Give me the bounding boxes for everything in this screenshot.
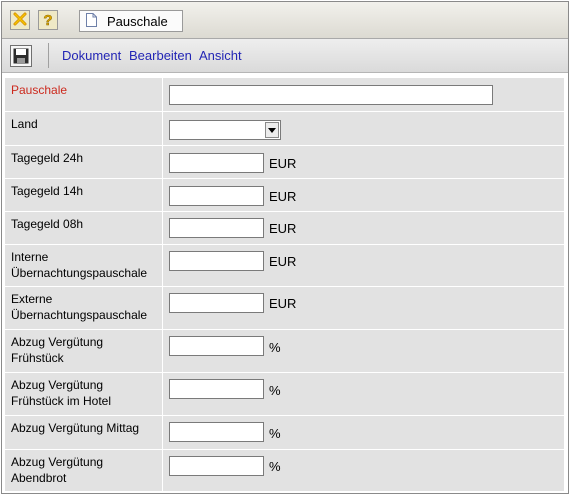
- menu-bearbeiten[interactable]: Bearbeiten: [129, 48, 192, 63]
- abzug-fruehstueck-input[interactable]: [169, 336, 264, 356]
- dropdown-arrow-icon[interactable]: [265, 122, 279, 138]
- close-x-icon: [12, 11, 28, 30]
- tagegeld-24h-value-cell: EUR: [163, 146, 564, 178]
- land-value-cell: [163, 112, 564, 145]
- tagegeld-08h-label: Tagegeld 08h: [5, 212, 162, 244]
- abzug-abendbrot-label: Abzug Vergütung Abendbrot: [5, 450, 162, 491]
- interne-uebernachtung-value-cell: EUR: [163, 245, 564, 286]
- interne-uebernachtung-input[interactable]: [169, 251, 264, 271]
- tagegeld-14h-input[interactable]: [169, 186, 264, 206]
- abzug-abendbrot-input[interactable]: [169, 456, 264, 476]
- abzug-fruehstueck-hotel-input[interactable]: [169, 379, 264, 399]
- tagegeld-14h-value-cell: EUR: [163, 179, 564, 211]
- externe-uebernachtung-label: Externe Übernachtungspauschale: [5, 287, 162, 329]
- form-row-tagegeld-08h: Tagegeld 08h EUR: [5, 212, 564, 244]
- form-row-interne-uebernachtung: Interne Übernachtungspauschale EUR: [5, 245, 564, 286]
- menu-ansicht[interactable]: Ansicht: [199, 48, 242, 63]
- tagegeld-08h-unit: EUR: [269, 221, 297, 236]
- form-row-tagegeld-24h: Tagegeld 24h EUR: [5, 146, 564, 178]
- tab-label: Pauschale: [107, 13, 168, 29]
- interne-uebernachtung-label: Interne Übernachtungspauschale: [5, 245, 162, 286]
- tagegeld-24h-input[interactable]: [169, 153, 264, 173]
- externe-uebernachtung-input[interactable]: [169, 293, 264, 313]
- tagegeld-08h-input[interactable]: [169, 218, 264, 238]
- abzug-mittag-label: Abzug Vergütung Mittag: [5, 416, 162, 449]
- abzug-fruehstueck-hotel-unit: %: [269, 383, 281, 398]
- abzug-abendbrot-unit: %: [269, 459, 281, 474]
- land-label: Land: [5, 112, 162, 145]
- close-button[interactable]: [10, 10, 30, 30]
- menu-dokument[interactable]: Dokument: [62, 48, 121, 63]
- form-row-abzug-fruehstueck: Abzug Vergütung Frühstück %: [5, 330, 564, 372]
- tagegeld-24h-unit: EUR: [269, 156, 297, 171]
- form-row-pauschale: Pauschale: [5, 78, 564, 111]
- help-button[interactable]: ?: [38, 10, 58, 30]
- externe-uebernachtung-unit: EUR: [269, 296, 297, 311]
- abzug-fruehstueck-value-cell: %: [163, 330, 564, 372]
- externe-uebernachtung-value-cell: EUR: [163, 287, 564, 329]
- floppy-disk-icon: [13, 48, 29, 67]
- abzug-fruehstueck-hotel-value-cell: %: [163, 373, 564, 415]
- pauschale-label: Pauschale: [5, 78, 162, 111]
- pauschale-value-cell: [163, 78, 564, 111]
- menu-toolbar: Dokument Bearbeiten Ansicht: [2, 39, 568, 73]
- form-row-externe-uebernachtung: Externe Übernachtungspauschale EUR: [5, 287, 564, 329]
- abzug-fruehstueck-hotel-label: Abzug Vergütung Frühstück im Hotel: [5, 373, 162, 415]
- tab-pauschale[interactable]: Pauschale: [79, 10, 183, 32]
- form-row-abzug-mittag: Abzug Vergütung Mittag %: [5, 416, 564, 449]
- tagegeld-24h-label: Tagegeld 24h: [5, 146, 162, 178]
- abzug-fruehstueck-label: Abzug Vergütung Frühstück: [5, 330, 162, 372]
- tagegeld-14h-unit: EUR: [269, 189, 297, 204]
- abzug-mittag-value-cell: %: [163, 416, 564, 449]
- tagegeld-14h-label: Tagegeld 14h: [5, 179, 162, 211]
- tagegeld-08h-value-cell: EUR: [163, 212, 564, 244]
- interne-uebernachtung-unit: EUR: [269, 254, 297, 269]
- abzug-fruehstueck-unit: %: [269, 340, 281, 355]
- form-row-abzug-abendbrot: Abzug Vergütung Abendbrot %: [5, 450, 564, 491]
- svg-text:?: ?: [43, 12, 52, 27]
- title-toolbar: ? Pauschale: [2, 2, 568, 39]
- pauschale-window: ? Pauschale Dokument Bearbeiten Ansicht …: [1, 1, 569, 494]
- document-icon: [86, 12, 97, 30]
- form-row-land: Land: [5, 112, 564, 145]
- help-question-icon: ?: [40, 11, 56, 30]
- form-row-abzug-fruehstueck-hotel: Abzug Vergütung Frühstück im Hotel %: [5, 373, 564, 415]
- form-row-tagegeld-14h: Tagegeld 14h EUR: [5, 179, 564, 211]
- pauschale-input[interactable]: [169, 85, 493, 105]
- abzug-abendbrot-value-cell: %: [163, 450, 564, 491]
- toolbar-separator: [48, 43, 49, 68]
- abzug-mittag-unit: %: [269, 426, 281, 441]
- abzug-mittag-input[interactable]: [169, 422, 264, 442]
- save-button[interactable]: [10, 45, 32, 67]
- land-select[interactable]: [169, 120, 281, 140]
